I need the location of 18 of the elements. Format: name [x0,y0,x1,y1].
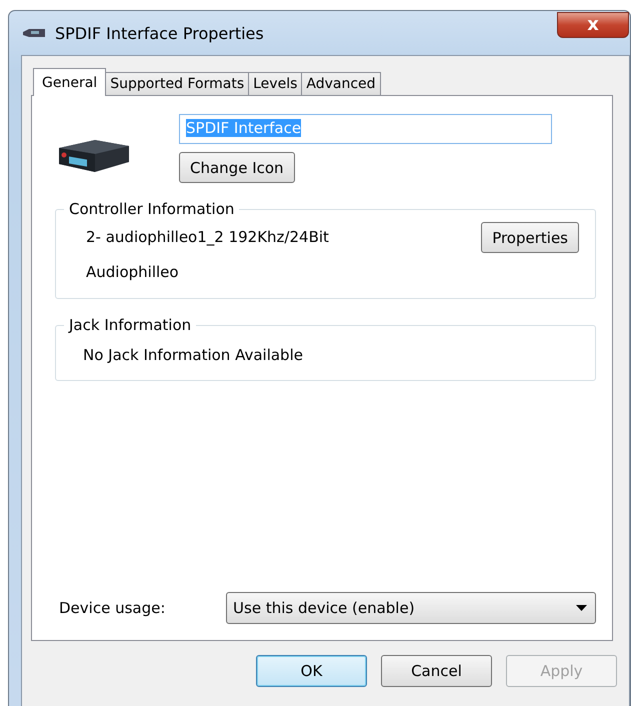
dropdown-arrow-icon [576,605,587,611]
tab[interactable]: Advanced [301,72,381,95]
window-title: SPDIF Interface Properties [55,24,265,42]
dialog-button[interactable]: OK [256,655,367,687]
dialog-button[interactable]: Cancel [381,655,492,687]
group-title: Jack Information [64,316,196,334]
controller-vendor: Audiophilleo [86,262,180,283]
controller-name: 2- audiophilleo1_2 192Khz/24Bit [86,227,329,248]
tab[interactable]: Supported Formats [105,72,250,95]
device-usage-dropdown[interactable]: Use this device (enable) [226,592,596,624]
change-icon-button[interactable]: Change Icon [179,152,295,183]
jack-info-text: No Jack Information Available [83,346,304,364]
close-button[interactable]: x [557,12,629,38]
tab[interactable]: General [33,68,106,96]
properties-button[interactable]: Properties [481,222,579,253]
tab[interactable]: Levels [248,72,302,95]
device-usage-label: Device usage: [59,599,166,617]
device-icon [21,26,47,40]
